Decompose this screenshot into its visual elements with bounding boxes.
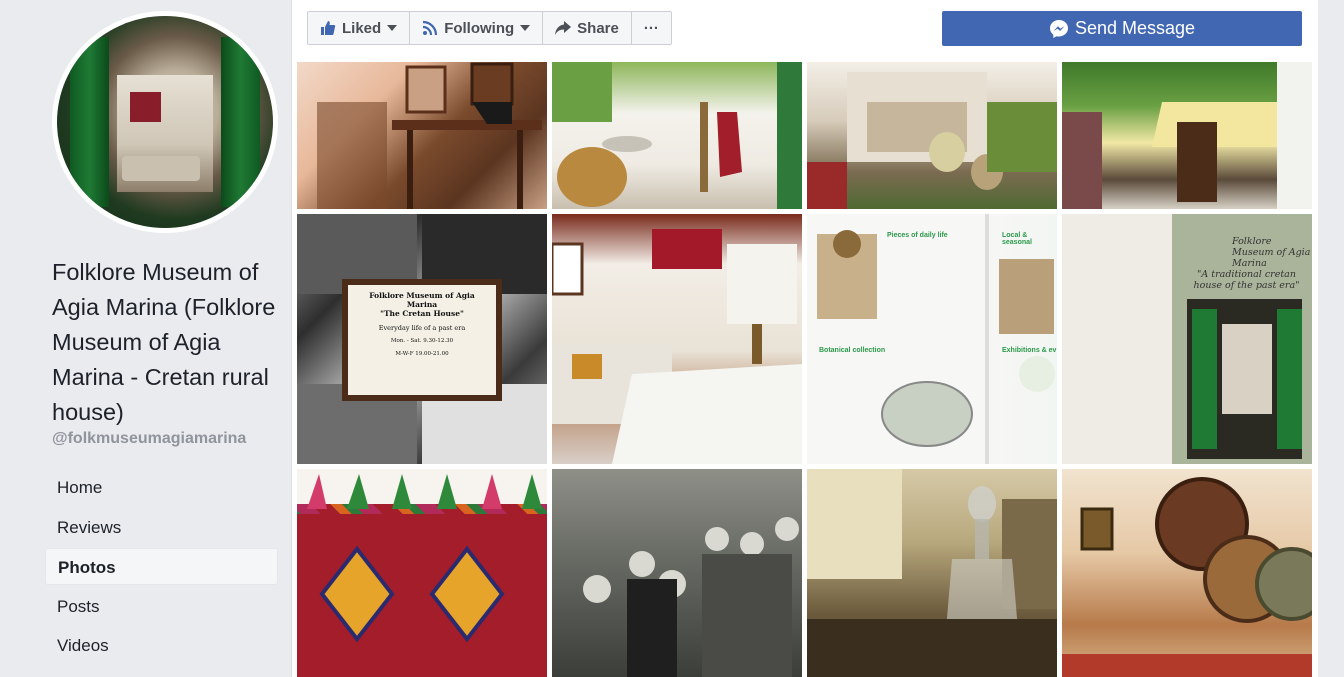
photo-tile[interactable] — [807, 469, 1057, 677]
photo-tile[interactable] — [552, 62, 802, 209]
photo-embroidery — [297, 469, 547, 677]
right-gutter — [1318, 0, 1344, 677]
following-button[interactable]: Following — [410, 12, 544, 44]
thumbs-up-icon — [320, 20, 336, 36]
more-dots-icon: ··· — [643, 19, 659, 37]
poster-subtitle: "The Cretan House" — [380, 309, 464, 318]
photo-tile[interactable]: Folklore Museum of Agia Marina "The Cret… — [297, 214, 547, 464]
photo-outdoor-oven — [807, 72, 1057, 209]
brochure-heading-3: Botanical collection — [819, 347, 886, 354]
flyer-script-subtitle: "A traditional cretan house of the past … — [1193, 269, 1300, 291]
photo-tile[interactable]: Folklore Museum of Agia Marina "A tradit… — [1062, 214, 1312, 464]
photo-sewing-table — [317, 62, 542, 209]
poster-title: Folklore Museum of Agia Marina — [369, 291, 475, 309]
send-message-label: Send Message — [1074, 18, 1196, 38]
brochure-art — [817, 214, 1055, 464]
nav-item-videos[interactable]: Videos — [45, 627, 278, 664]
chevron-down-icon — [520, 25, 531, 31]
page-title[interactable]: Folklore Museum of Agia Marina (Folklore… — [52, 255, 284, 430]
following-label: Following — [444, 19, 515, 37]
brochure-heading-2: Local & seasonal — [1002, 232, 1032, 246]
send-message-button[interactable]: Send Message — [942, 11, 1302, 46]
photo-glass-decanter — [807, 469, 1057, 677]
share-button[interactable]: Share — [543, 12, 632, 44]
nav-item-home[interactable]: Home — [45, 469, 278, 506]
photo-tile[interactable] — [297, 62, 547, 209]
nav-item-reviews[interactable]: Reviews — [45, 509, 278, 546]
nav-item-photos[interactable]: Photos — [45, 548, 278, 585]
liked-label: Liked — [342, 19, 382, 37]
page-nav: Home Reviews Photos Posts Videos — [45, 469, 278, 667]
share-label: Share — [577, 19, 619, 37]
page-handle[interactable]: @folkmuseumagiamarina — [52, 430, 246, 448]
page-action-bar: Liked Following Share ··· — [307, 11, 672, 45]
chevron-down-icon — [387, 25, 398, 31]
brochure-heading-1: Pieces of daily life — [887, 232, 948, 239]
photo-copper-pans — [1062, 477, 1312, 677]
museum-poster: Folklore Museum of Agia Marina "The Cret… — [342, 279, 502, 401]
poster-hours-2: M-W-F 19.00-21.00 — [395, 351, 449, 357]
poster-hours-1: Mon. - Sat. 9.30-12.30 — [390, 338, 454, 344]
photo-tile[interactable] — [1062, 62, 1312, 209]
photo-tile[interactable] — [297, 469, 547, 677]
more-options-button[interactable]: ··· — [632, 12, 671, 44]
brochure-heading-4: Exhibitions & ev — [1002, 347, 1057, 354]
photo-garden-table — [1062, 62, 1312, 209]
photo-tile[interactable] — [807, 62, 1057, 209]
messenger-icon — [1049, 19, 1069, 39]
nav-item-posts[interactable]: Posts — [45, 588, 278, 625]
share-arrow-icon — [555, 21, 572, 35]
flyer-script-title: Folklore Museum of Agia Marina — [1232, 236, 1311, 269]
photo-bedroom — [552, 229, 802, 464]
photo-tile[interactable] — [552, 469, 802, 677]
photo-tile[interactable] — [552, 214, 802, 464]
photo-old-group — [583, 517, 799, 677]
left-column: Folklore Museum of Agia Marina (Folklore… — [0, 0, 291, 677]
photo-tile[interactable]: Pieces of daily life Local & seasonal Bo… — [807, 214, 1057, 464]
liked-button[interactable]: Liked — [308, 12, 411, 44]
poster-tagline: Everyday life of a past era — [378, 324, 466, 332]
photo-courtyard-pots — [552, 62, 802, 209]
photo-tile[interactable] — [1062, 469, 1312, 677]
profile-picture[interactable] — [52, 11, 278, 233]
profile-image — [57, 16, 273, 228]
rss-icon — [422, 20, 438, 36]
